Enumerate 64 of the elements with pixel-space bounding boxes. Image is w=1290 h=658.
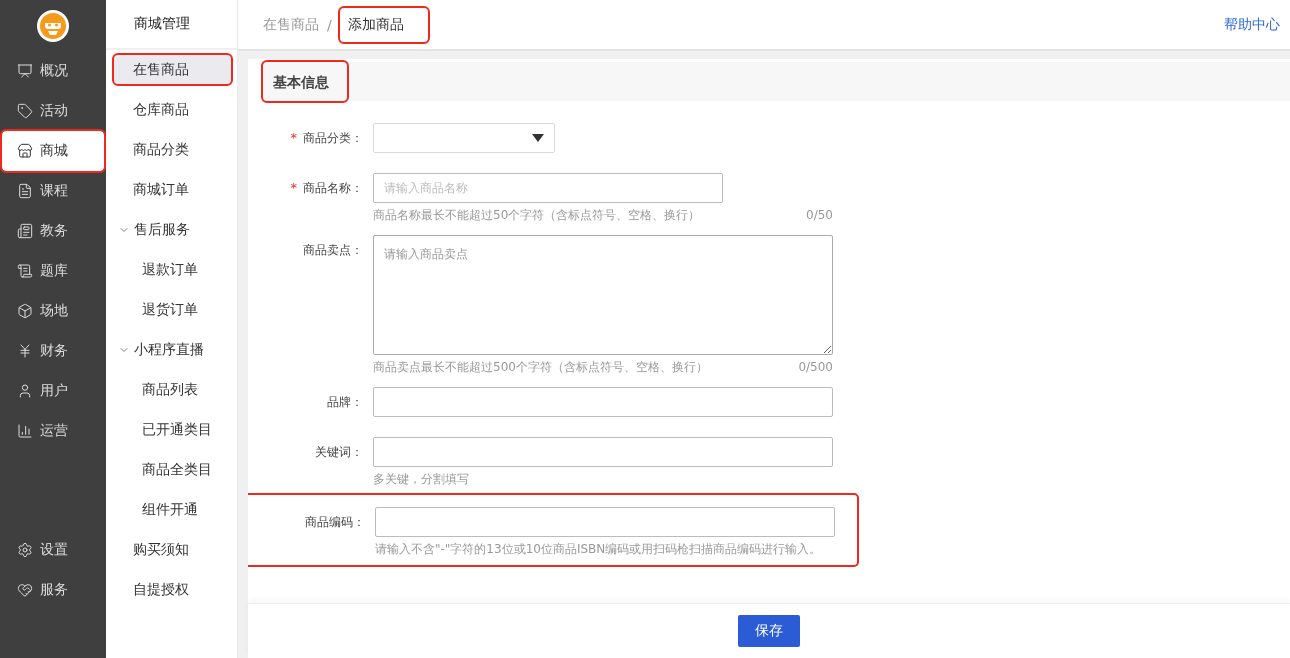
menu-item[interactable]: 商品分类	[114, 135, 231, 164]
document-icon	[17, 183, 33, 199]
menu-item[interactable]: 售后服务	[114, 215, 231, 244]
hint-text: 多关键，分割填写	[373, 471, 469, 487]
text-area-field[interactable]: 请输入商品卖点	[373, 235, 833, 355]
category-select[interactable]	[373, 123, 555, 153]
newspaper-icon	[17, 223, 33, 239]
menu-item[interactable]: 在售商品	[114, 55, 231, 84]
breadcrumb-separator: /	[327, 16, 332, 33]
settings-icon	[17, 542, 33, 558]
char-counter: 0/50	[806, 207, 833, 223]
hint-text: 商品卖点最长不能超过500个字符（含标点符号、空格、换行）	[373, 359, 708, 375]
nav-item[interactable]: 题库	[0, 251, 106, 291]
field-label-text: 商品分类：	[303, 130, 363, 147]
nav-item[interactable]: 设置	[0, 530, 106, 570]
nav-item[interactable]: 教务	[0, 211, 106, 251]
breadcrumb-item: 添加商品	[339, 7, 428, 42]
field-label-text: 商品编码：	[305, 514, 365, 531]
presentation-icon	[17, 63, 33, 79]
text-input-field[interactable]: 请输入商品名称	[373, 173, 723, 203]
menu-item[interactable]: 已开通类目	[114, 415, 231, 444]
tag-icon	[17, 103, 33, 119]
nav-item[interactable]: 商城	[2, 131, 104, 171]
nav-item[interactable]: 概况	[0, 51, 106, 91]
hint-text: 请输入不含"-"字符的13位或10位商品ISBN编码或用扫码枪扫描商品编码进行输入。	[375, 541, 822, 557]
nav-item[interactable]: 服务	[0, 570, 106, 610]
field-label-text: 关键词：	[315, 444, 363, 461]
required-mark: *	[290, 129, 297, 147]
field-label-text: 商品卖点：	[303, 242, 363, 259]
bar-chart-icon	[17, 423, 33, 439]
menu-item[interactable]: 商品全类目	[114, 455, 231, 484]
help-link[interactable]: 帮助中心	[1224, 15, 1280, 34]
menu-item[interactable]: 仓库商品	[114, 95, 231, 124]
nav-item[interactable]: 用户	[0, 371, 106, 411]
menu-item[interactable]: 购买须知	[114, 535, 231, 564]
nav-item[interactable]: 场地	[0, 291, 106, 331]
menu-item[interactable]: 商品列表	[114, 375, 231, 404]
scroll-icon	[17, 263, 33, 279]
nav-item[interactable]: 课程	[0, 171, 106, 211]
text-input-field[interactable]	[373, 387, 833, 417]
hint-text: 商品名称最长不能超过50个字符（含标点符号、空格、换行）	[373, 207, 701, 223]
section-title: 基本信息	[263, 62, 347, 101]
nav-item[interactable]: 财务	[0, 331, 106, 371]
user-icon	[17, 383, 33, 399]
save-button[interactable]: 保存	[738, 615, 800, 647]
menu-item[interactable]: 商城订单	[114, 175, 231, 204]
required-mark: *	[290, 179, 297, 197]
store-icon	[17, 143, 33, 159]
nav-item[interactable]: 运营	[0, 411, 106, 451]
nav-item[interactable]: 活动	[0, 91, 106, 131]
menu-item[interactable]: 小程序直播	[114, 335, 231, 364]
text-input-field[interactable]	[375, 507, 835, 537]
menu-item[interactable]: 自提授权	[114, 575, 231, 604]
text-input-field[interactable]	[373, 437, 833, 467]
monkey-logo-icon	[37, 9, 69, 42]
menu-item[interactable]: 退款订单	[114, 255, 231, 284]
yen-icon	[17, 343, 33, 359]
menu-item[interactable]: 退货订单	[114, 295, 231, 324]
box-icon	[17, 303, 33, 319]
caret-down-icon	[532, 134, 544, 142]
menu-item[interactable]: 组件开通	[114, 495, 231, 524]
field-label-text: 品牌：	[327, 394, 363, 411]
field-label-text: 商品名称：	[303, 180, 363, 197]
char-counter: 0/500	[798, 359, 833, 375]
